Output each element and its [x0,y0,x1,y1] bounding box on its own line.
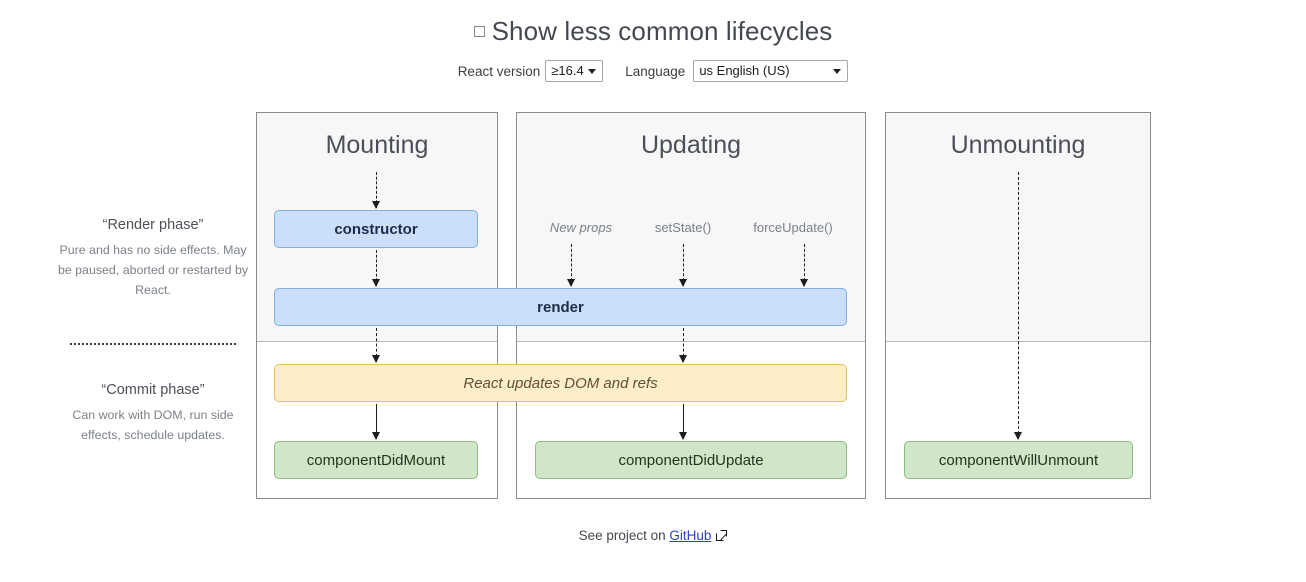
language-select[interactable]: us English (US) [693,60,849,82]
language-label: Language [625,63,686,79]
react-version-select[interactable]: ≥16.4 [545,60,604,82]
arrow-constructor-to-render [372,250,380,287]
trigger-label-set-state: setState() [654,220,712,235]
trigger-label-new-props: New props [549,220,613,235]
arrow-render-to-updates-dom-mounting [372,328,380,363]
arrow-updates-dom-to-component-did-mount [372,404,380,440]
react-version-value: ≥16.4 [551,63,584,78]
column-title-mounting: Mounting [325,131,429,159]
phase-divider-dotted [70,343,236,345]
footer-text: See project on [578,528,666,543]
show-less-common-lifecycles-checkbox[interactable] [473,26,485,37]
column-title-unmounting: Unmounting [950,131,1086,159]
render-phase-title: “Render phase” [102,217,204,233]
trigger-label-force-update: forceUpdate() [753,220,833,235]
arrow-updates-dom-to-component-did-update [679,404,687,440]
column-title-updating: Updating [640,131,742,159]
lifecycle-box-render[interactable]: render [274,288,847,326]
lifecycle-box-component-will-unmount[interactable]: componentWillUnmount [904,441,1133,479]
react-version-label: React version [457,63,541,79]
chevron-down-icon [833,69,842,74]
lifecycle-box-component-did-update[interactable]: componentDidUpdate [535,441,847,479]
github-link[interactable]: GitHub [669,528,711,543]
chevron-down-icon [588,69,597,74]
arrow-mounting-to-constructor [372,172,380,209]
language-value: us English (US) [699,63,790,78]
render-phase-description: “Render phase” Pure and has no side effe… [52,217,254,300]
arrow-new-props-to-render [567,244,575,287]
lifecycle-box-component-did-mount[interactable]: componentDidMount [274,441,478,479]
arrow-unmounting-to-component-will-unmount [1014,172,1022,440]
arrow-set-state-to-render [679,244,687,287]
footer: See project on GitHub [0,528,1306,543]
lifecycle-box-constructor[interactable]: constructor [274,210,478,248]
external-link-icon [716,530,728,541]
lifecycle-box-react-updates-dom-refs: React updates DOM and refs [274,364,847,402]
commit-phase-description: “Commit phase” Can work with DOM, run si… [52,382,254,445]
commit-phase-body: Can work with DOM, run side effects, sch… [72,408,234,442]
show-less-common-lifecycles-toggle[interactable]: Show less common lifecycles [0,16,1306,47]
render-phase-body: Pure and has no side effects. May be pau… [57,243,249,297]
arrow-render-to-updates-dom-updating [679,328,687,363]
show-less-common-lifecycles-label: Show less common lifecycles [491,16,833,46]
controls-bar: React version ≥16.4 Language us English (US… [0,60,1306,82]
commit-phase-title: “Commit phase” [101,382,205,398]
arrow-force-update-to-render [800,244,808,287]
